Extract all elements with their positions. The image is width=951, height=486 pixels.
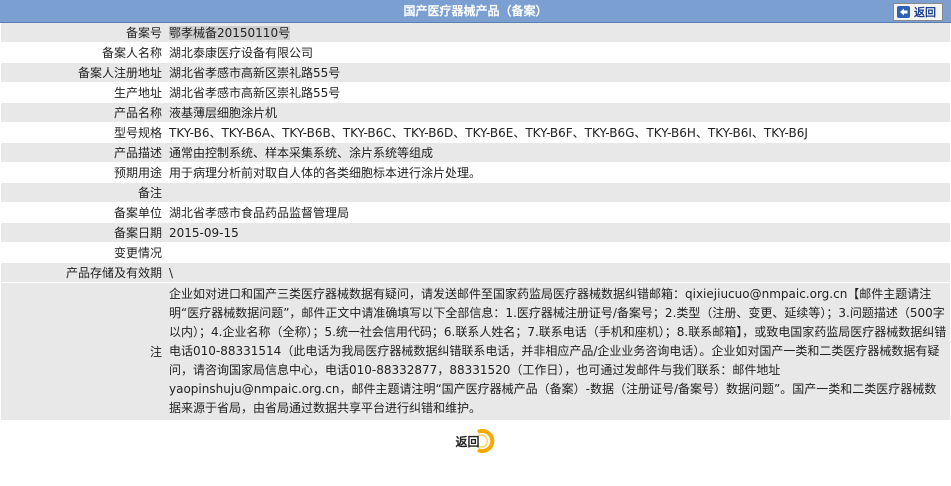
field-label: 产品名称 xyxy=(1,102,166,123)
table-row: 产品描述 通常由控制系统、样本采集系统、涂片系统等组成 xyxy=(1,142,950,163)
back-button-top[interactable]: 返回 xyxy=(893,3,943,21)
field-label: 产品存储及有效期 xyxy=(1,262,166,283)
field-value-text: 通常由控制系统、样本采集系统、涂片系统等组成 xyxy=(169,146,434,160)
field-value: 液基薄层细胞涂片机 xyxy=(166,102,950,123)
page-header: 国产医疗器械产品（备案） 返回 xyxy=(0,0,951,23)
table-row: 备案人注册地址 湖北省孝感市高新区崇礼路55号 xyxy=(1,62,950,83)
field-value: 通常由控制系统、样本采集系统、涂片系统等组成 xyxy=(166,142,950,163)
field-value: \ xyxy=(166,262,950,283)
field-value xyxy=(166,182,950,203)
field-value-text: 湖北省孝感市食品药品监督管理局 xyxy=(169,206,350,220)
table-row: 产品名称 液基薄层细胞涂片机 xyxy=(1,102,950,123)
table-row: 备案单位 湖北省孝感市食品药品监督管理局 xyxy=(1,202,950,223)
field-label: 备案日期 xyxy=(1,222,166,243)
table-row: 备案人名称 湖北泰康医疗设备有限公司 xyxy=(1,42,950,63)
field-value xyxy=(166,242,950,263)
field-label: 备案人注册地址 xyxy=(1,62,166,83)
back-button-bottom-label: 返回 xyxy=(455,434,480,449)
table-row: 预期用途 用于病理分析前对取自人体的各类细胞标本进行涂片处理。 xyxy=(1,162,950,183)
field-value-text: 湖北泰康医疗设备有限公司 xyxy=(169,46,314,60)
field-value-text: 液基薄层细胞涂片机 xyxy=(169,106,278,120)
field-value-text: \ xyxy=(169,265,174,280)
field-value-text: 湖北省孝感市高新区崇礼路55号 xyxy=(169,66,341,80)
field-label: 备案号 xyxy=(1,23,166,43)
field-label: 变更情况 xyxy=(1,242,166,263)
table-row: 生产地址 湖北省孝感市高新区崇礼路55号 xyxy=(1,82,950,103)
field-label: 预期用途 xyxy=(1,162,166,183)
field-value-text: 2015-09-15 xyxy=(169,225,239,240)
record-number: 鄂孝械备20150110号 xyxy=(169,26,291,40)
field-value: TKY-B6、TKY-B6A、TKY-B6B、TKY-B6C、TKY-B6D、T… xyxy=(166,122,950,143)
field-value-text: 湖北省孝感市高新区崇礼路55号 xyxy=(169,86,341,100)
field-label: 备案单位 xyxy=(1,202,166,223)
field-value-text: TKY-B6、TKY-B6A、TKY-B6B、TKY-B6C、TKY-B6D、T… xyxy=(169,126,808,140)
table-row: 备注 xyxy=(1,182,950,203)
field-label: 备案人名称 xyxy=(1,42,166,63)
field-value: 2015-09-15 xyxy=(166,222,950,243)
back-arrow-icon xyxy=(897,6,910,18)
field-value: 湖北泰康医疗设备有限公司 xyxy=(166,42,950,63)
table-row: 变更情况 xyxy=(1,242,950,263)
table-row: 产品存储及有效期 \ xyxy=(1,262,950,283)
back-button-bottom[interactable]: 返回 xyxy=(455,429,495,453)
field-value: 湖北省孝感市高新区崇礼路55号 xyxy=(166,82,950,103)
table-row: 备案号 鄂孝械备20150110号 xyxy=(1,23,950,43)
field-value: 湖北省孝感市食品药品监督管理局 xyxy=(166,202,950,223)
field-label: 备注 xyxy=(1,182,166,203)
field-value-text: 用于病理分析前对取自人体的各类细胞标本进行涂片处理。 xyxy=(169,166,482,180)
field-label-note: 注 xyxy=(1,282,166,421)
field-value: 鄂孝械备20150110号 xyxy=(166,23,950,43)
page-title: 国产医疗器械产品（备案） xyxy=(403,4,548,18)
field-value: 湖北省孝感市高新区崇礼路55号 xyxy=(166,62,950,83)
field-label: 型号规格 xyxy=(1,122,166,143)
footer: 返回 xyxy=(0,421,951,461)
table-row: 型号规格 TKY-B6、TKY-B6A、TKY-B6B、TKY-B6C、TKY-B… xyxy=(1,122,950,143)
table-row-note: 注 企业如对进口和国产三类医疗器械数据有疑问，请发送邮件至国家药监局医疗器械数据… xyxy=(1,282,950,421)
field-label: 产品描述 xyxy=(1,142,166,163)
back-button-top-label: 返回 xyxy=(914,6,936,19)
table-row: 备案日期 2015-09-15 xyxy=(1,222,950,243)
note-text: 企业如对进口和国产三类医疗器械数据有疑问，请发送邮件至国家药监局医疗器械数据纠错… xyxy=(166,282,950,421)
detail-table: 备案号 鄂孝械备20150110号 备案人名称 湖北泰康医疗设备有限公司 备案人注册地址… xyxy=(1,23,950,421)
field-label: 生产地址 xyxy=(1,82,166,103)
field-value: 用于病理分析前对取自人体的各类细胞标本进行涂片处理。 xyxy=(166,162,950,183)
